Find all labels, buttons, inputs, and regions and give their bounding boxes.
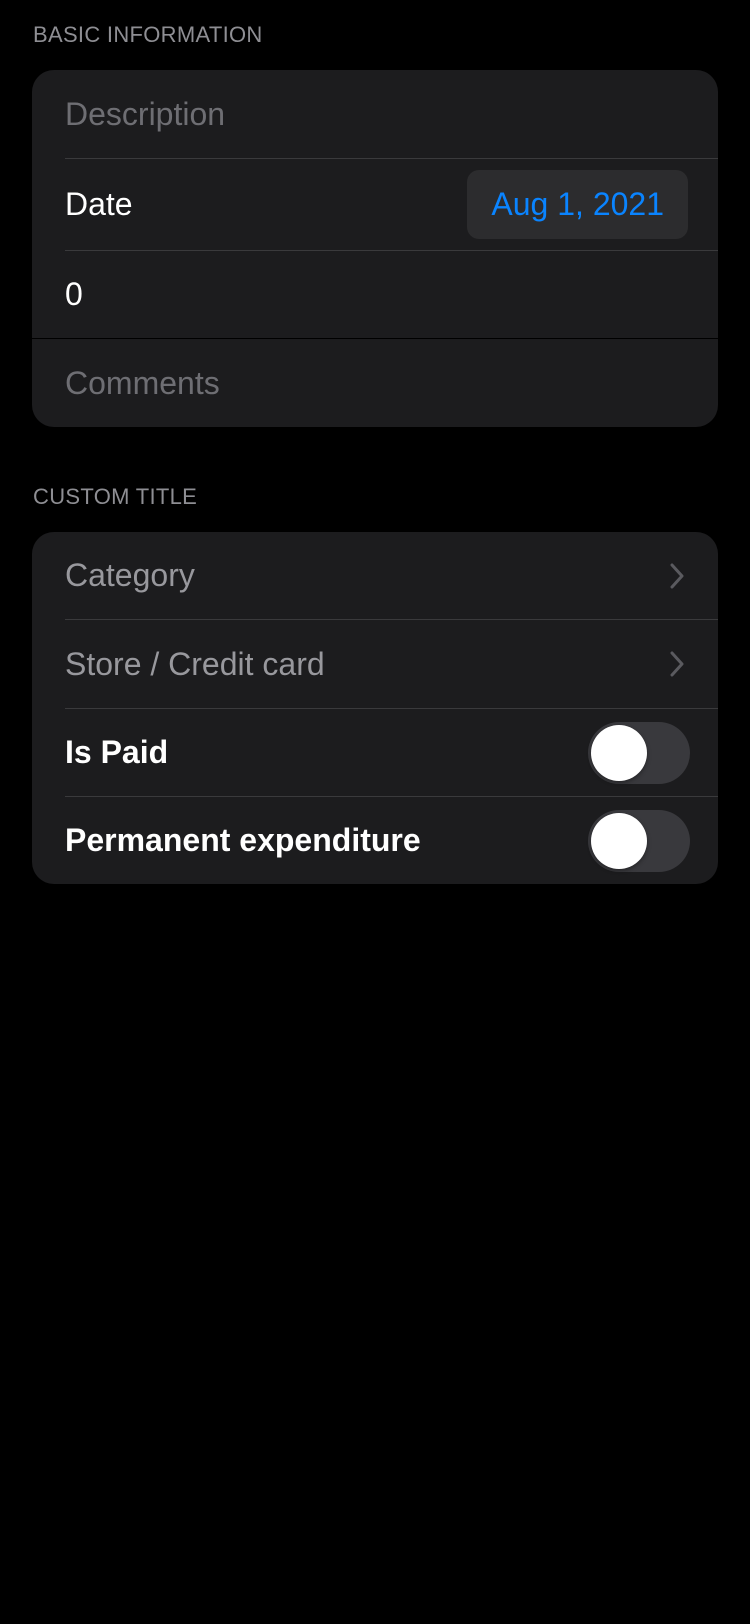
toggle-knob (591, 724, 647, 781)
section-header-custom-title: CUSTOM TITLE (33, 484, 198, 509)
toggle-knob (591, 812, 647, 869)
category-label: Category (65, 557, 195, 593)
store-paid-group: Store / Credit card Is Paid (32, 619, 718, 796)
description-cell[interactable]: Description (32, 70, 718, 158)
store-credit-card-label: Store / Credit card (65, 645, 325, 682)
permanent-expenditure-toggle[interactable] (588, 809, 690, 872)
date-amount-group: Date Aug 1, 2021 0 (32, 158, 718, 338)
is-paid-label: Is Paid (65, 734, 169, 770)
comments-cell[interactable]: Comments (32, 339, 718, 427)
permanent-expenditure-cell: Permanent expenditure (32, 796, 718, 884)
permanent-expenditure-label: Permanent expenditure (65, 822, 421, 858)
description-input[interactable]: Description (65, 96, 225, 133)
is-paid-row: Is Paid (32, 709, 718, 796)
section-header-basic-information: BASIC INFORMATION (33, 22, 263, 47)
store-credit-card-row[interactable]: Store / Credit card (32, 620, 718, 708)
comments-input[interactable]: Comments (65, 365, 220, 402)
date-label: Date (65, 186, 133, 222)
amount-input[interactable]: 0 (65, 276, 83, 313)
chevron-right-icon (666, 649, 688, 679)
date-picker-button[interactable]: Aug 1, 2021 (467, 170, 688, 239)
chevron-right-icon (666, 561, 688, 591)
amount-row[interactable]: 0 (32, 251, 718, 338)
is-paid-toggle[interactable] (588, 721, 690, 784)
permanent-expenditure-row: Permanent expenditure (32, 797, 718, 884)
expense-form-screen: BASIC INFORMATION Description Date Aug 1… (0, 0, 750, 1624)
category-row[interactable]: Category (32, 532, 718, 619)
date-row: Date Aug 1, 2021 (32, 159, 718, 250)
